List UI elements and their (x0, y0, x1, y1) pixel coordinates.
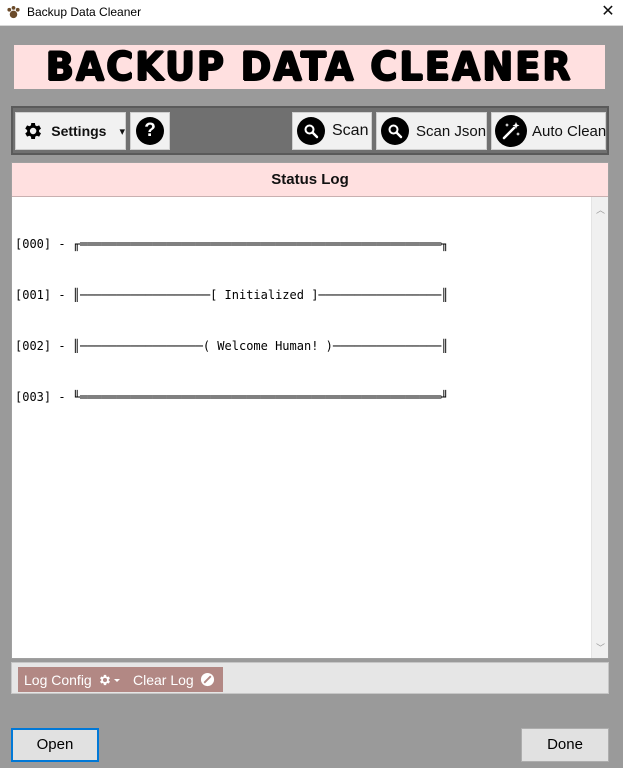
status-log-panel: Status Log [000] - ╓════════════════════… (11, 162, 609, 659)
log-config-label: Log Config (24, 671, 92, 688)
scan-button[interactable]: Scan (292, 112, 372, 150)
clear-log-button[interactable]: Clear Log (127, 667, 223, 692)
log-actions-bar: Log Config Clear Log (11, 662, 609, 694)
close-button[interactable]: ✕ (593, 0, 623, 26)
title-bar: Backup Data Cleaner ✕ (0, 0, 623, 26)
scroll-up-icon[interactable]: ︿ (592, 203, 609, 216)
clear-icon (200, 672, 215, 687)
chevron-down-icon: ▾ (119, 125, 125, 138)
app-banner: BACKUP DATA CLEANER (14, 44, 605, 90)
search-icon (297, 117, 325, 145)
settings-button[interactable]: Settings ▾ (15, 112, 126, 150)
vertical-scrollbar[interactable]: ︿ ﹀ (591, 197, 608, 658)
toolbar: Settings ▾ ? Scan Scan Json Auto Clean (11, 106, 609, 155)
scan-json-label: Scan Json (416, 122, 487, 140)
search-icon (381, 117, 409, 145)
gear-icon (25, 122, 41, 140)
help-button[interactable]: ? (130, 112, 170, 150)
paw-icon (7, 5, 20, 19)
log-line: [001] - ║──────────────────[ Initialized… (15, 288, 449, 302)
magic-wand-icon (495, 115, 527, 147)
open-button[interactable]: Open (11, 728, 99, 762)
window-title: Backup Data Cleaner (27, 5, 142, 19)
log-config-button[interactable]: Log Config (18, 667, 129, 692)
log-line: [002] - ║─────────────────( Welcome Huma… (15, 339, 449, 353)
log-line: [003] - ╙═══════════════════════════════… (15, 390, 449, 404)
banner-title: BACKUP DATA CLEANER (46, 44, 573, 90)
scan-label: Scan (332, 122, 369, 139)
auto-clean-button[interactable]: Auto Clean (491, 112, 606, 150)
settings-label: Settings (51, 123, 107, 139)
status-log-header: Status Log (12, 163, 608, 197)
done-button[interactable]: Done (521, 728, 609, 762)
scan-json-button[interactable]: Scan Json (376, 112, 487, 150)
question-icon: ? (136, 117, 164, 145)
gear-icon (98, 673, 121, 687)
log-line: [000] - ╓═══════════════════════════════… (15, 237, 449, 251)
status-log-text[interactable]: [000] - ╓═══════════════════════════════… (12, 197, 591, 658)
clear-log-label: Clear Log (133, 671, 194, 688)
auto-clean-label: Auto Clean (532, 122, 607, 140)
scroll-down-icon[interactable]: ﹀ (592, 641, 609, 654)
